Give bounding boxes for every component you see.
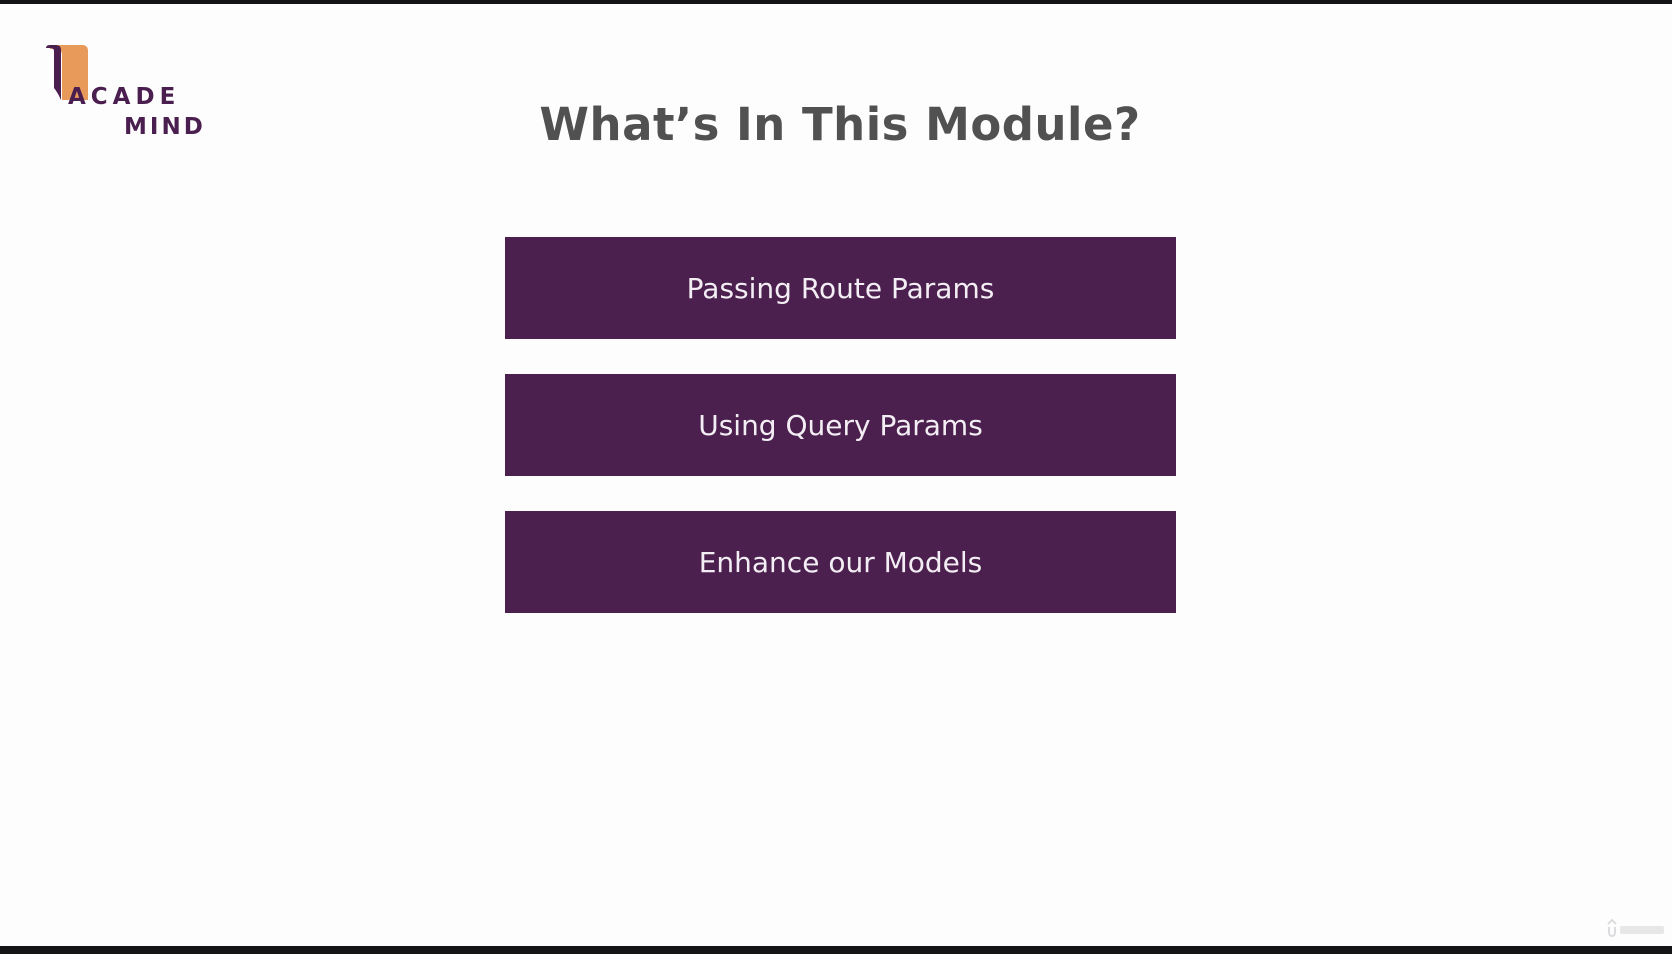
video-frame: ACADE MIND What’s In This Module? Passin… (0, 0, 1672, 954)
topic-passing-route-params: Passing Route Params (505, 237, 1176, 339)
udemy-logo-icon (1606, 918, 1666, 942)
module-topic-list: Passing Route Params Using Query Params … (505, 237, 1176, 613)
presentation-slide: ACADE MIND What’s In This Module? Passin… (0, 4, 1672, 946)
topic-using-query-params: Using Query Params (505, 374, 1176, 476)
topic-enhance-our-models: Enhance our Models (505, 511, 1176, 613)
slide-title: What’s In This Module? (539, 98, 1141, 151)
